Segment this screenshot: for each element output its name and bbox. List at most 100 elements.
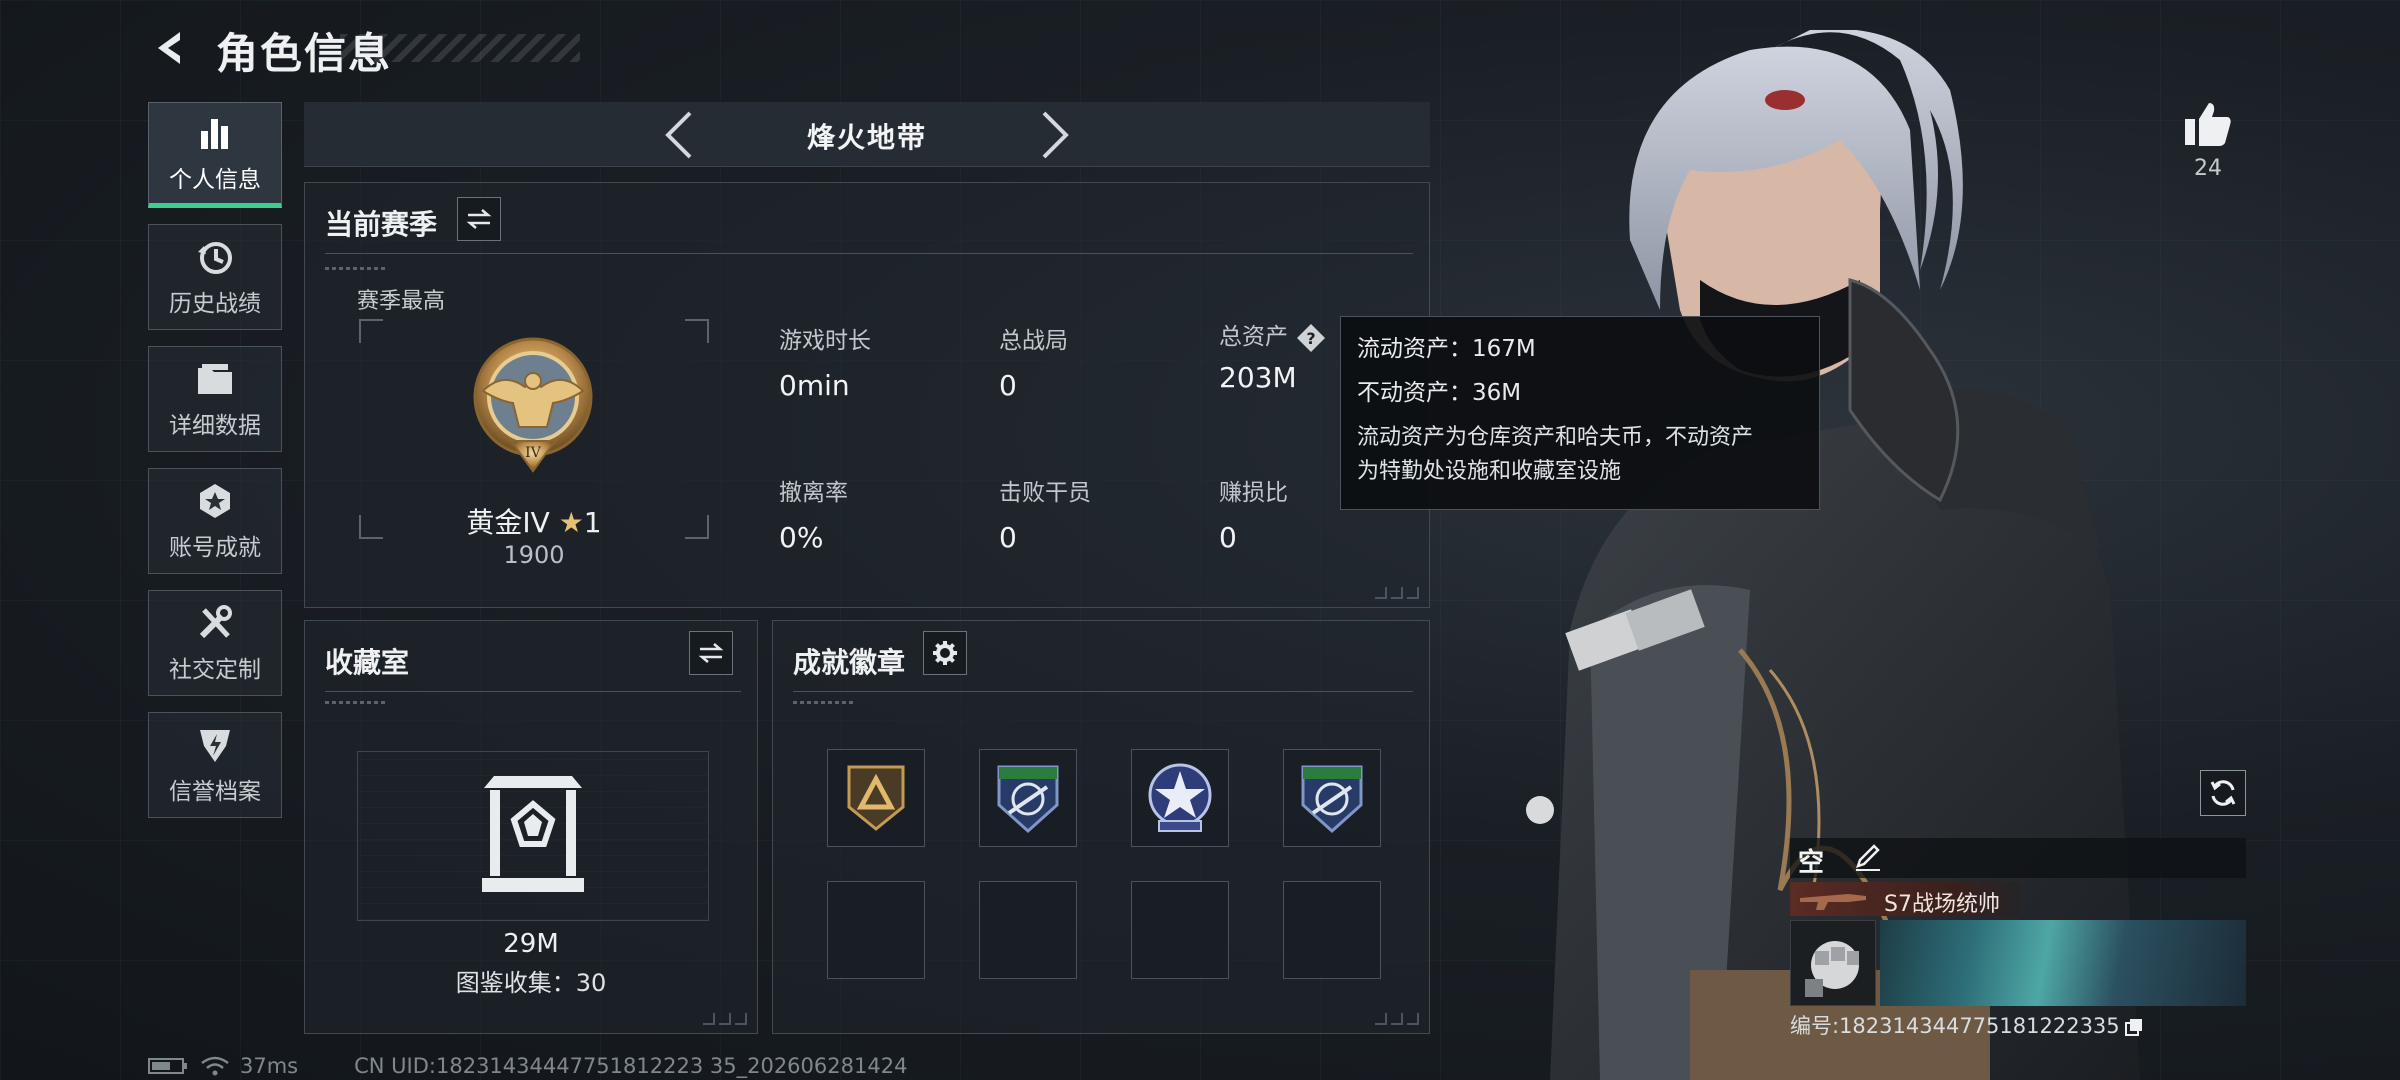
stat-operators-defeated: 击败干员 0 (999, 473, 1091, 554)
like-count: 24 (2194, 156, 2222, 181)
collection-value: 29M (503, 929, 559, 959)
nav-label: 账号成就 (169, 535, 261, 561)
player-avatar[interactable] (1790, 920, 1876, 1006)
stat-value: 0 (999, 521, 1017, 554)
rank-name: 黄金IV (466, 506, 550, 539)
stat-value: 0 (999, 369, 1017, 402)
rifle-badge-icon (1301, 765, 1363, 834)
corner-decoration (1375, 587, 1419, 599)
stat-value: 0min (779, 369, 850, 402)
achievement-icon (196, 480, 234, 522)
ping-value: 37ms (240, 1054, 299, 1078)
stat-total-assets: 总资产? 203M (1219, 317, 1326, 394)
mode-selector: 烽火地带 (304, 102, 1430, 167)
nav-label: 历史战绩 (169, 291, 261, 317)
stat-profit-ratio: 赚损比 0 (1219, 473, 1288, 554)
badges-panel: 成就徽章 (772, 620, 1430, 1034)
badge-slot[interactable] (979, 749, 1077, 847)
wifi-icon (201, 1056, 229, 1076)
page-title: 角色信息 (216, 29, 393, 78)
uid-text: CN UID:18231434447751812223 35_202606281… (354, 1054, 908, 1078)
gear-icon (933, 641, 957, 665)
nav-item-reputation[interactable]: 信誉档案 (148, 712, 282, 818)
folder-icon (196, 358, 234, 400)
player-title: S7战场统帅 (1884, 892, 2000, 917)
badge-slot[interactable] (1131, 749, 1229, 847)
badge-slot-empty[interactable] (979, 881, 1077, 979)
nav-item-personal-info[interactable]: 个人信息 (148, 102, 282, 208)
collection-title: 收藏室 (325, 646, 410, 679)
mode-title: 烽火地带 (806, 121, 927, 154)
thumbs-up-icon (2185, 103, 2231, 146)
season-switch-button[interactable] (457, 197, 501, 241)
player-title-strip: S7战场统帅 (1790, 882, 2020, 917)
corner-decoration (1375, 1013, 1419, 1025)
stat-label: 击败干员 (999, 480, 1091, 506)
rifle-badge-icon (997, 765, 1059, 834)
collection-room-preview[interactable] (357, 751, 709, 921)
collection-count: 图鉴收集：30 (455, 969, 607, 997)
refresh-button[interactable] (2200, 770, 2246, 816)
player-number: 编号:18231434477518122233​5 (1790, 1010, 2144, 1040)
stat-value: 203M (1219, 360, 1297, 394)
divider-decoration (325, 701, 385, 704)
stat-label: 撤离率 (779, 480, 848, 506)
chevron-right-icon (1042, 111, 1069, 159)
nav-label: 详细数据 (169, 413, 261, 439)
stat-extraction-rate: 撤离率 0% (779, 473, 848, 554)
season-panel: 当前赛季 赛季最高 IV 黄金IV ★1 1900 游戏时长 0min 总战局 (304, 182, 1430, 608)
svg-text:IV: IV (525, 445, 542, 461)
star-badge-icon (1148, 763, 1212, 832)
assets-tooltip: 流动资产：167M 不动资产：36M 流动资产为仓库资产和哈夫币，不动资产 为特… (1340, 316, 1820, 510)
nav-item-detail-data[interactable]: 详细数据 (148, 346, 282, 452)
badge-slot[interactable] (1283, 749, 1381, 847)
divider (325, 253, 1413, 254)
battery-icon (148, 1058, 187, 1074)
tooltip-liquid-assets: 流动资产：167M (1357, 336, 1536, 362)
display-case-icon (482, 776, 584, 892)
gold-rank-emblem-icon: IV (473, 337, 593, 473)
player-number-text: 编号:18231434477518122233​5 (1790, 1014, 2120, 1038)
triangle-badge-icon (847, 765, 905, 831)
tooltip-fixed-assets: 不动资产：36M (1357, 380, 1522, 406)
stat-label: 赚损比 (1219, 480, 1288, 506)
nav-label: 社交定制 (169, 657, 261, 683)
badges-settings-button[interactable] (923, 631, 967, 675)
edit-icon[interactable] (1852, 842, 1882, 872)
collection-switch-button[interactable] (689, 631, 733, 675)
stat-play-time: 游戏时长 0min (779, 321, 871, 402)
season-title: 当前赛季 (325, 208, 438, 241)
rank-line: 黄金IV ★1 (359, 501, 709, 541)
rank-score: 1900 (503, 541, 565, 569)
swap-icon (466, 209, 492, 229)
mode-next-button[interactable] (1030, 110, 1080, 160)
badge-slot-empty[interactable] (1283, 881, 1381, 979)
player-banner[interactable] (1880, 920, 2246, 1006)
tools-icon (196, 602, 234, 644)
shield-icon (196, 724, 234, 766)
svg-text:?: ? (1306, 329, 1315, 348)
divider-decoration (793, 701, 853, 704)
stat-label: 总资产? (1219, 317, 1326, 353)
badge-slot-empty[interactable] (827, 881, 925, 979)
fist-icon (1805, 941, 1859, 997)
badge-slot-empty[interactable] (1131, 881, 1229, 979)
history-icon (196, 236, 234, 278)
back-arrow-icon (158, 32, 180, 64)
nav-item-history[interactable]: 历史战绩 (148, 224, 282, 330)
back-button[interactable] (148, 26, 192, 70)
help-icon[interactable]: ? (1296, 323, 1326, 353)
collection-panel: 收藏室 29M 图鉴收集：30 (304, 620, 758, 1034)
copy-icon[interactable] (2124, 1017, 2144, 1037)
bar-chart-icon (197, 112, 233, 154)
badge-slot[interactable] (827, 749, 925, 847)
like-button[interactable] (2180, 96, 2236, 152)
tooltip-desc-line2: 为特勤处设施和收藏室设施 (1357, 459, 1622, 484)
nav-item-social-custom[interactable]: 社交定制 (148, 590, 282, 696)
swap-icon (698, 643, 724, 663)
rank-stars: 1 (583, 506, 602, 539)
nav-item-account-achievement[interactable]: 账号成就 (148, 468, 282, 574)
season-best-label: 赛季最高 (357, 289, 446, 314)
stat-value: 0% (779, 521, 824, 554)
badges-title: 成就徽章 (793, 646, 906, 679)
